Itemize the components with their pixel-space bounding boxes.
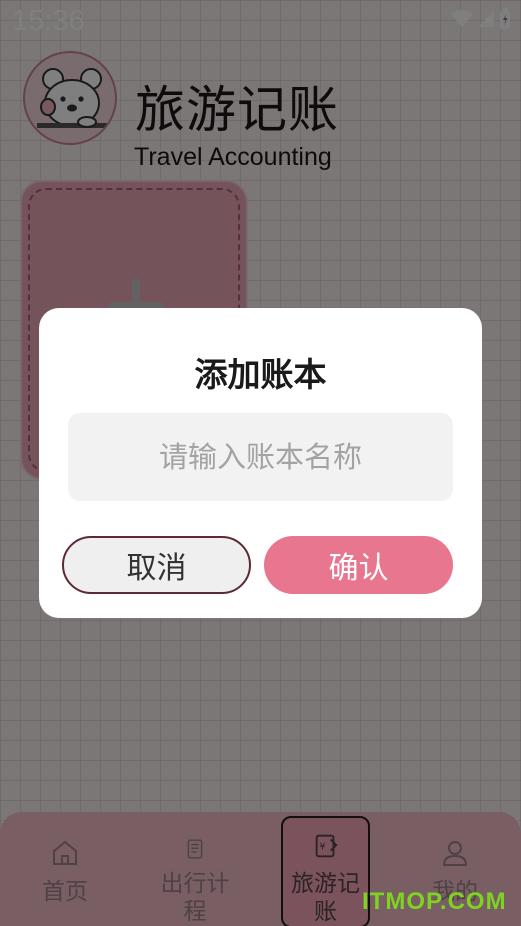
cancel-button[interactable]: 取消 [62,536,251,594]
book-name-input[interactable] [68,413,453,501]
confirm-button[interactable]: 确认 [264,536,453,594]
dialog-title: 添加账本 [194,355,327,394]
watermark: ITMOP.COM [362,888,507,915]
add-book-dialog: 添加账本 取消 确认 [39,308,482,618]
